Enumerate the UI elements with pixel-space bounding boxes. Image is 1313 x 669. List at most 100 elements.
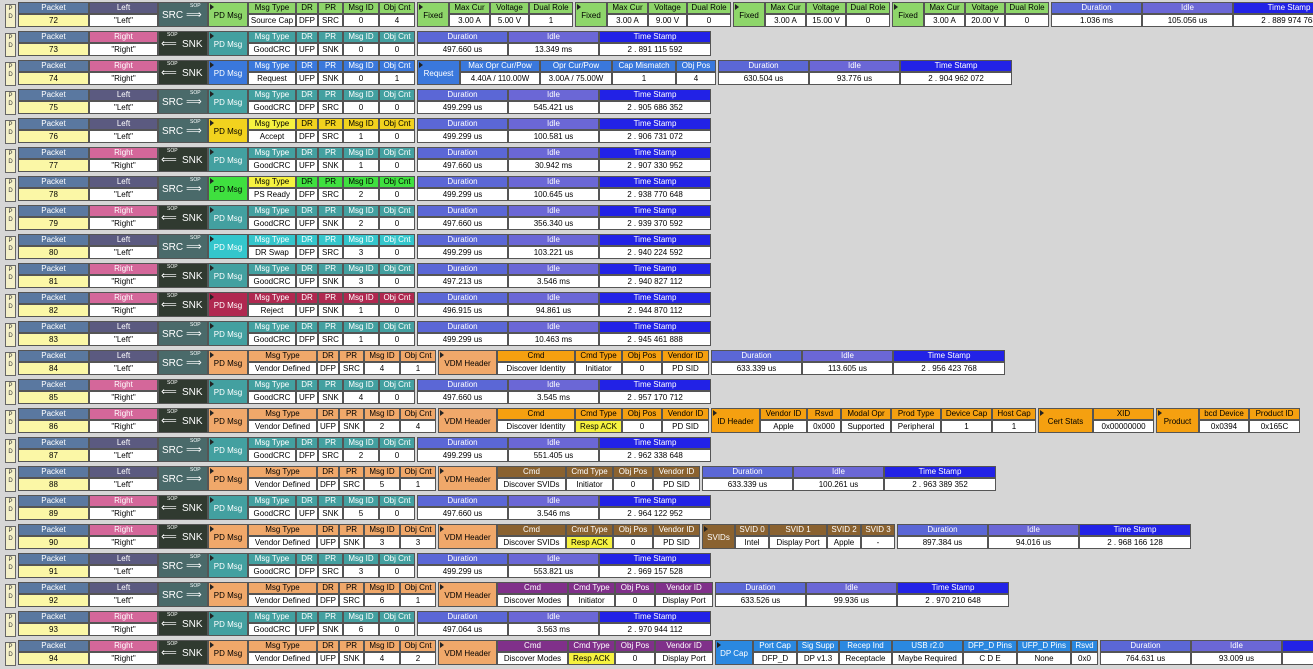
packet-row[interactable]: P D Packet 94 Right "Right" SNK ⟸ SOP PD Msg Msg T… bbox=[0, 640, 1313, 666]
msg-id-value: 5 bbox=[364, 478, 400, 491]
segment-field-value: 3.00 A bbox=[924, 14, 965, 27]
segment-field-header: Voltage bbox=[648, 2, 687, 14]
msg-type-value: Reject bbox=[248, 304, 296, 317]
msg-type-value: GoodCRC bbox=[248, 43, 296, 56]
packet-row[interactable]: P D Packet 74 Right "Right" SNK ⟸ SOP PD Msg Msg T… bbox=[0, 60, 1313, 86]
segment-field-header: Cmd bbox=[497, 640, 568, 652]
side-value: "Right" bbox=[89, 652, 158, 665]
dr-header: DR bbox=[296, 60, 318, 72]
packet-number-header: Packet bbox=[18, 350, 89, 362]
dr-value: DFP bbox=[317, 478, 339, 491]
side-header: Left bbox=[89, 553, 158, 565]
idle-value: 105.056 us bbox=[1142, 14, 1233, 27]
side-header: Right bbox=[89, 147, 158, 159]
msg-type-value: DR Swap bbox=[248, 246, 296, 259]
msg-id-header: Msg ID bbox=[343, 60, 379, 72]
packet-row[interactable]: P D Packet 76 Left "Left" SRC ⟹ SOP PD Msg Msg Typ… bbox=[0, 118, 1313, 144]
segment-field-header: SVID 1 bbox=[769, 524, 827, 536]
packet-row[interactable]: P D Packet 86 Right "Right" SNK ⟸ SOP PD Msg Msg T… bbox=[0, 408, 1313, 434]
time-stamp-header: Time Stamp bbox=[599, 118, 711, 130]
segment-field-value: 5.00 V bbox=[490, 14, 529, 27]
packet-row[interactable]: P D Packet 92 Left "Left" SRC ⟹ SOP PD Msg Msg Typ… bbox=[0, 582, 1313, 608]
msg-id-value: 3 bbox=[343, 565, 379, 578]
msg-id-value: 2 bbox=[343, 188, 379, 201]
pd-msg-label: PD Msg bbox=[208, 495, 248, 520]
packet-row[interactable]: P D Packet 88 Left "Left" SRC ⟹ SOP PD Msg Msg Typ… bbox=[0, 466, 1313, 492]
packet-row[interactable]: P D Packet 85 Right "Right" SNK ⟸ SOP PD Msg Msg T… bbox=[0, 379, 1313, 405]
segment-field-header: SVID 2 bbox=[827, 524, 861, 536]
obj-cnt-value: 0 bbox=[379, 449, 415, 462]
segment-field-header: Vendor ID bbox=[662, 408, 709, 420]
segment-field-value: 0 bbox=[846, 14, 890, 27]
pr-value: SRC bbox=[339, 478, 364, 491]
duration-value: 497.213 us bbox=[417, 275, 508, 288]
packet-number-header: Packet bbox=[18, 2, 89, 14]
msg-id-header: Msg ID bbox=[343, 176, 379, 188]
packet-row[interactable]: P D Packet 90 Right "Right" SNK ⟸ SOP PD Msg Msg T… bbox=[0, 524, 1313, 550]
duration-header: Duration bbox=[417, 321, 508, 333]
msg-type-header: Msg Type bbox=[248, 495, 296, 507]
snk-direction-icon: SNK ⟸ SOP bbox=[158, 611, 208, 636]
packet-row[interactable]: P D Packet 80 Left "Left" SRC ⟹ SOP PD Msg Msg Typ… bbox=[0, 234, 1313, 260]
msg-type-value: Vendor Defined bbox=[248, 478, 317, 491]
dr-header: DR bbox=[296, 321, 318, 333]
pd-msg-label: PD Msg bbox=[208, 89, 248, 114]
packet-row[interactable]: P D Packet 93 Right "Right" SNK ⟸ SOP PD Msg Msg T… bbox=[0, 611, 1313, 637]
time-stamp-header: Time Stamp bbox=[599, 379, 711, 391]
packet-row[interactable]: P D Packet 83 Left "Left" SRC ⟹ SOP PD Msg Msg Typ… bbox=[0, 321, 1313, 347]
idle-header: Idle bbox=[1191, 640, 1282, 652]
msg-id-header: Msg ID bbox=[364, 466, 400, 478]
packet-number-header: Packet bbox=[18, 292, 89, 304]
side-header: Right bbox=[89, 263, 158, 275]
obj-cnt-value: 4 bbox=[379, 14, 415, 27]
segment-field-value: Receptacle bbox=[839, 652, 892, 665]
obj-cnt-header: Obj Cnt bbox=[379, 60, 415, 72]
packet-row[interactable]: P D Packet 78 Left "Left" SRC ⟹ SOP PD Msg Msg Typ… bbox=[0, 176, 1313, 202]
msg-id-value: 6 bbox=[343, 623, 379, 636]
time-stamp-value: 2 . 905 686 352 bbox=[599, 101, 711, 114]
obj-cnt-header: Obj Cnt bbox=[379, 611, 415, 623]
packet-row[interactable]: P D Packet 81 Right "Right" SNK ⟸ SOP PD Msg Msg T… bbox=[0, 263, 1313, 289]
segment-field-value: Supported bbox=[841, 420, 891, 433]
idle-value: 551.405 us bbox=[508, 449, 599, 462]
segment-field-value: 4.40A / 110.00W bbox=[460, 72, 540, 85]
segment-field-header: Cmd bbox=[497, 524, 566, 536]
idle-header: Idle bbox=[793, 466, 884, 478]
packet-number-header: Packet bbox=[18, 582, 89, 594]
packet-row[interactable]: P D Packet 79 Right "Right" SNK ⟸ SOP PD Msg Msg T… bbox=[0, 205, 1313, 231]
time-stamp-header: Time Stamp bbox=[599, 147, 711, 159]
pr-value: SNK bbox=[339, 652, 364, 665]
packet-row[interactable]: P D Packet 73 Right "Right" SNK ⟸ SOP PD Msg Msg T… bbox=[0, 31, 1313, 57]
idle-value: 3.546 ms bbox=[508, 507, 599, 520]
pr-header: PR bbox=[318, 60, 343, 72]
pr-header: PR bbox=[318, 379, 343, 391]
side-header: Left bbox=[89, 89, 158, 101]
msg-id-value: 4 bbox=[343, 391, 379, 404]
segment-label: VDM Header bbox=[438, 640, 497, 665]
segment-field-value: DP v1.3 bbox=[797, 652, 839, 665]
dr-value: UFP bbox=[296, 43, 318, 56]
pr-header: PR bbox=[318, 118, 343, 130]
pd-tag: PD bbox=[5, 584, 16, 608]
msg-id-value: 3 bbox=[343, 275, 379, 288]
obj-cnt-value: 0 bbox=[379, 130, 415, 143]
packet-row[interactable]: P D Packet 84 Left "Left" SRC ⟹ SOP PD Msg Msg Typ… bbox=[0, 350, 1313, 376]
segment-field-header: Max Cur bbox=[765, 2, 806, 14]
packet-row[interactable]: P D Packet 77 Right "Right" SNK ⟸ SOP PD Msg Msg T… bbox=[0, 147, 1313, 173]
obj-cnt-value: 0 bbox=[379, 101, 415, 114]
duration-header: Duration bbox=[715, 582, 806, 594]
packet-row[interactable]: P D Packet 82 Right "Right" SNK ⟸ SOP PD Msg Msg T… bbox=[0, 292, 1313, 318]
packet-row[interactable]: P D Packet 75 Left "Left" SRC ⟹ SOP PD Msg Msg Typ… bbox=[0, 89, 1313, 115]
idle-value: 99.936 us bbox=[806, 594, 897, 607]
duration-value: 497.660 us bbox=[417, 159, 508, 172]
segment-field-header: UFP_D Pins bbox=[1017, 640, 1071, 652]
obj-cnt-value: 0 bbox=[379, 565, 415, 578]
packet-row[interactable]: P D Packet 89 Right "Right" SNK ⟸ SOP PD Msg Msg T… bbox=[0, 495, 1313, 521]
pr-header: PR bbox=[318, 147, 343, 159]
packet-row[interactable]: P D Packet 91 Left "Left" SRC ⟹ SOP PD Msg Msg Typ… bbox=[0, 553, 1313, 579]
msg-type-header: Msg Type bbox=[248, 437, 296, 449]
msg-type-value: GoodCRC bbox=[248, 565, 296, 578]
packet-row[interactable]: P D Packet 87 Left "Left" SRC ⟹ SOP PD Msg Msg Typ… bbox=[0, 437, 1313, 463]
packet-row[interactable]: P D Packet 72 Left "Left" SRC ⟹ SOP PD Msg Msg Typ… bbox=[0, 2, 1313, 28]
dr-value: UFP bbox=[296, 217, 318, 230]
